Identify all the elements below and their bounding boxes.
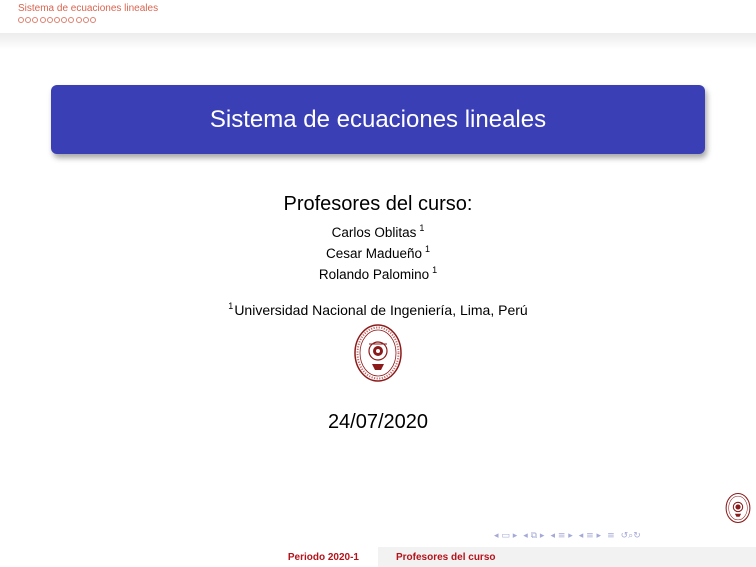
nav-first-icon[interactable]: ◂ ▭ ▸ (494, 531, 517, 541)
footer-period: Periodo 2020-1 (287, 551, 359, 563)
beamer-navigation-symbols: ◂ ▭ ▸ ◂ ⧉ ▸ ◂ ≡ ▸ ◂ ≡ ▸ ≡ ↺⌕↻ (494, 530, 754, 542)
frame-dot[interactable] (32, 17, 39, 23)
nav-appendix-icon[interactable]: ≡ (607, 531, 615, 541)
title-box: Sistema de ecuaciones lineales (51, 85, 705, 154)
institute-name: Universidad Nacional de Ingeniería, Lima… (234, 302, 528, 318)
author-name: Carlos Oblitas 1 (331, 223, 425, 240)
frame-dot[interactable] (53, 17, 60, 23)
author-list: Carlos Oblitas 1 Cesar Madueño 1 Rolando P… (0, 220, 756, 283)
section-title[interactable]: Sistema de ecuaciones lineales (18, 3, 158, 14)
frame-navigation-dots[interactable] (18, 17, 97, 25)
author-name: Cesar Madueño 1 (325, 244, 431, 261)
header-band (0, 33, 756, 49)
footer-authors: Profesores del curso (396, 551, 496, 563)
nav-subsection-icon[interactable]: ◂ ≡ ▸ (579, 531, 601, 541)
frame-dot[interactable] (18, 17, 24, 23)
author-name: Rolando Palomino 1 (318, 265, 438, 282)
frame-dot[interactable] (75, 17, 82, 23)
affiliation-mark: 1 (228, 301, 234, 311)
frame-dot[interactable] (61, 17, 68, 23)
nav-find-icon[interactable]: ↺⌕↻ (621, 531, 641, 541)
institute: 1Universidad Nacional de Ingeniería, Lim… (0, 301, 756, 318)
uni-seal-icon (725, 493, 751, 523)
nav-section-icon[interactable]: ◂ ≡ ▸ (550, 531, 572, 541)
footer-left: Periodo 2020-1 (0, 547, 378, 567)
frame-dot[interactable] (89, 17, 96, 23)
professors-heading: Profesores del curso: (283, 193, 473, 215)
headline-bar: Sistema de ecuaciones lineales (0, 0, 756, 34)
frame-dot[interactable] (82, 17, 89, 23)
frame-dot[interactable] (25, 17, 32, 23)
footer-bar: Periodo 2020-1 Profesores del curso (0, 547, 756, 567)
presentation-date: 24/07/2020 (327, 411, 429, 433)
frame-dot[interactable] (46, 17, 53, 23)
frame-dot[interactable] (39, 17, 46, 23)
uni-seal-icon (354, 324, 402, 382)
footer-right: Profesores del curso (378, 547, 756, 567)
nav-frame-icon[interactable]: ◂ ⧉ ▸ (523, 531, 544, 541)
presentation-title: Sistema de ecuaciones lineales (209, 105, 547, 133)
frame-dot[interactable] (68, 17, 75, 23)
